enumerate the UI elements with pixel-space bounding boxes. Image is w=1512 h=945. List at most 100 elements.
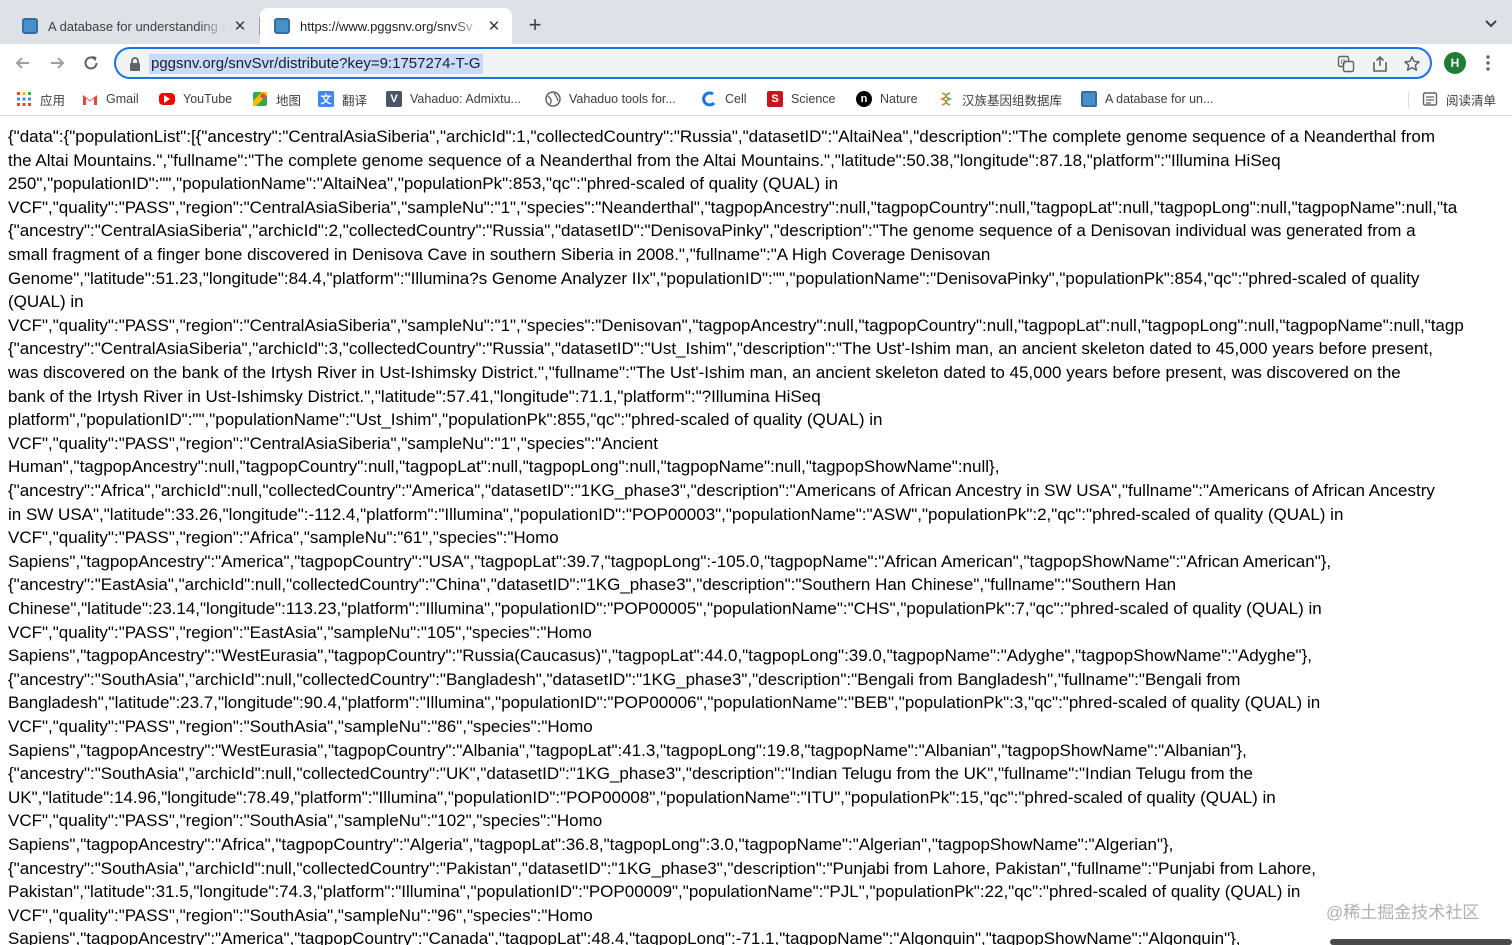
tab-database[interactable]: A database for understanding a ✕ bbox=[8, 8, 258, 44]
forward-button[interactable] bbox=[44, 50, 70, 76]
share-icon[interactable] bbox=[1370, 54, 1390, 74]
juejin-watermark: @稀土掘金技术社区 bbox=[1326, 903, 1480, 922]
bookmark-label: 汉族基因组数据库 bbox=[962, 93, 1063, 108]
bookmark-label: Gmail bbox=[106, 92, 139, 106]
json-text-line: {"ancestry":"SouthAsia","archicId":null,… bbox=[8, 669, 1241, 689]
reading-list-button[interactable]: 阅读清单 bbox=[1422, 90, 1496, 108]
bookmark-label: 翻译 bbox=[342, 93, 368, 108]
profile-avatar[interactable]: H bbox=[1444, 52, 1466, 74]
json-text-line: {"ancestry":"Africa","archicId":null,"co… bbox=[8, 481, 1435, 500]
json-text-line: Bangladesh","latitude":23.7,"longitude":… bbox=[8, 693, 1321, 713]
globe-icon bbox=[545, 91, 561, 107]
maps-icon bbox=[252, 91, 268, 107]
tab-pggsnv-active[interactable]: https://www.pggsnv.org/snvSv ✕ bbox=[260, 8, 512, 44]
json-text-line: {"ancestry":"CentralAsiaSiberia","archic… bbox=[8, 339, 1433, 359]
json-text-line: Sapiens","tagpopAncestry":"Africa","tagp… bbox=[8, 835, 1174, 854]
bookmark-science[interactable]: S Science bbox=[767, 90, 835, 108]
new-tab-button[interactable]: + bbox=[522, 12, 548, 38]
bookmark-vahaduo-tools[interactable]: Vahaduo tools for... bbox=[545, 90, 676, 108]
bookmark-star-icon[interactable] bbox=[1402, 54, 1422, 74]
translate-page-icon[interactable]: G bbox=[1336, 54, 1356, 74]
tab-close-icon[interactable]: ✕ bbox=[486, 17, 502, 35]
bookmark-label: Vahaduo tools for... bbox=[569, 92, 676, 106]
reading-list-label: 阅读清单 bbox=[1446, 93, 1497, 108]
json-text-line: VCF","quality":"PASS","region":"SouthAsi… bbox=[8, 811, 603, 831]
json-text-line: VCF","quality":"PASS","region":"CentralA… bbox=[8, 433, 658, 453]
json-text-line: {"data":{"populationList":[{"ancestry":"… bbox=[8, 127, 1436, 146]
bookmark-label: YouTube bbox=[183, 92, 233, 106]
back-button[interactable] bbox=[10, 50, 36, 76]
bookmark-apps[interactable]: 应用 bbox=[16, 90, 65, 108]
tab-title: A database for understanding a bbox=[48, 18, 226, 34]
bookmark-label: Cell bbox=[725, 92, 747, 106]
bookmark-han-genome-db[interactable]: 汉族基因组数据库 bbox=[938, 90, 1062, 108]
apps-grid-icon bbox=[16, 91, 32, 107]
forward-arrow-icon bbox=[51, 57, 65, 69]
bookmark-vahaduo-admixture[interactable]: V Vahaduo: Admixtu... bbox=[386, 90, 521, 108]
json-text-line: {"ancestry":"SouthAsia","archicId":null,… bbox=[8, 858, 1316, 878]
bookmark-label: Vahaduo: Admixtu... bbox=[410, 92, 521, 106]
tab-close-icon[interactable]: ✕ bbox=[232, 17, 248, 35]
bookmark-label: 应用 bbox=[40, 93, 66, 108]
lock-icon[interactable] bbox=[128, 56, 142, 72]
json-text-line: (QUAL) in bbox=[8, 292, 84, 312]
json-text-line: bank of the Irtysh River in Ust-Ishimsky… bbox=[8, 386, 821, 406]
bookmark-nature[interactable]: n Nature bbox=[856, 90, 918, 108]
bookmark-cell[interactable]: Cell bbox=[701, 90, 747, 108]
bookmark-translate[interactable]: 文 翻译 bbox=[318, 90, 367, 108]
site-favicon-icon bbox=[1081, 91, 1097, 107]
reading-list-icon bbox=[1422, 91, 1438, 107]
json-text-line: VCF","quality":"PASS","region":"Africa",… bbox=[8, 528, 559, 548]
json-text-line: Chinese","latitude":23.14,"longitude":11… bbox=[8, 599, 1322, 618]
json-text-line: VCF","quality":"PASS","region":"CentralA… bbox=[8, 197, 1458, 217]
address-bar[interactable]: pggsnv.org/snvSvr/distribute?key=9:17572… bbox=[114, 47, 1432, 79]
bookmark-label: 地图 bbox=[276, 93, 302, 108]
genome-db-icon bbox=[938, 91, 954, 107]
bookmark-label: Nature bbox=[880, 92, 918, 106]
bookmark-youtube[interactable]: YouTube bbox=[159, 90, 232, 108]
json-text-line: {"ancestry":"SouthAsia","archicId":null,… bbox=[8, 764, 1253, 784]
json-text-line: was discovered on the bank of the Irtysh… bbox=[8, 363, 1401, 382]
json-text-line: {"ancestry":"EastAsia","archicId":null,"… bbox=[8, 575, 1177, 595]
json-text-line: small fragment of a finger bone discover… bbox=[8, 245, 991, 264]
back-arrow-icon bbox=[15, 57, 29, 69]
tab-title: https://www.pggsnv.org/snvSv bbox=[300, 18, 473, 34]
json-text-line: UK","latitude":14.96,"longitude":78.49,"… bbox=[8, 787, 1276, 807]
json-text-line: the Altai Mountains.","fullname":"The co… bbox=[8, 150, 1281, 170]
json-text-line: Sapiens","tagpopAncestry":"WestEurasia",… bbox=[8, 646, 1312, 666]
json-text-line: VCF","quality":"PASS","region":"CentralA… bbox=[8, 315, 1464, 335]
json-response-body: {"data":{"populationList":[{"ancestry":"… bbox=[0, 117, 1512, 945]
nature-icon: n bbox=[856, 91, 872, 107]
horizontal-scrollbar[interactable] bbox=[1330, 939, 1512, 945]
json-text-line: Sapiens","tagpopAncestry":"America","tag… bbox=[8, 551, 1332, 571]
browser-toolbar: pggsnv.org/snvSvr/distribute?key=9:17572… bbox=[0, 44, 1512, 82]
bookmark-label: A database for un... bbox=[1105, 92, 1214, 106]
bookmark-label: Science bbox=[791, 92, 836, 106]
reload-icon bbox=[84, 56, 98, 70]
json-text-line: VCF","quality":"PASS","region":"SouthAsi… bbox=[8, 717, 593, 736]
bookmarks-bar: 应用 Gmail YouTube 地图 文 翻译 V Vahaduo: Admi… bbox=[0, 82, 1512, 116]
tab-search-chevron-icon[interactable] bbox=[1482, 14, 1500, 32]
gmail-icon bbox=[82, 91, 98, 107]
json-text-line: {"ancestry":"CentralAsiaSiberia","archic… bbox=[8, 221, 1416, 241]
reload-button[interactable] bbox=[78, 50, 104, 76]
tab-strip: A database for understanding a ✕ https:/… bbox=[0, 0, 1512, 44]
json-text-line: VCF","quality":"PASS","region":"SouthAsi… bbox=[8, 905, 593, 925]
json-text-line: 250","populationID":"","populationName":… bbox=[8, 174, 839, 194]
json-text-line: VCF","quality":"PASS","region":"EastAsia… bbox=[8, 622, 592, 642]
json-text-line: Human","tagpopAncestry":null,"tagpopCoun… bbox=[8, 457, 1000, 477]
bookmark-maps[interactable]: 地图 bbox=[252, 90, 301, 108]
site-favicon-icon bbox=[274, 18, 290, 34]
bookmark-gmail[interactable]: Gmail bbox=[82, 90, 139, 108]
json-text-line: Genome","latitude":51.23,"longitude":84.… bbox=[8, 268, 1420, 288]
url-text[interactable]: pggsnv.org/snvSvr/distribute?key=9:17572… bbox=[149, 54, 483, 74]
cell-icon bbox=[701, 91, 717, 107]
json-text-line: Sapiens","tagpopAncestry":"WestEurasia",… bbox=[8, 740, 1247, 760]
json-text-line: Pakistan","latitude":31.5,"longitude":74… bbox=[8, 882, 1301, 902]
bookmark-database-understanding[interactable]: A database for un... bbox=[1081, 90, 1213, 108]
kebab-menu-icon[interactable] bbox=[1480, 51, 1496, 75]
youtube-icon bbox=[159, 93, 175, 105]
vahaduo-icon: V bbox=[386, 91, 402, 107]
science-icon: S bbox=[767, 91, 783, 107]
bookmarks-divider bbox=[1408, 92, 1409, 108]
